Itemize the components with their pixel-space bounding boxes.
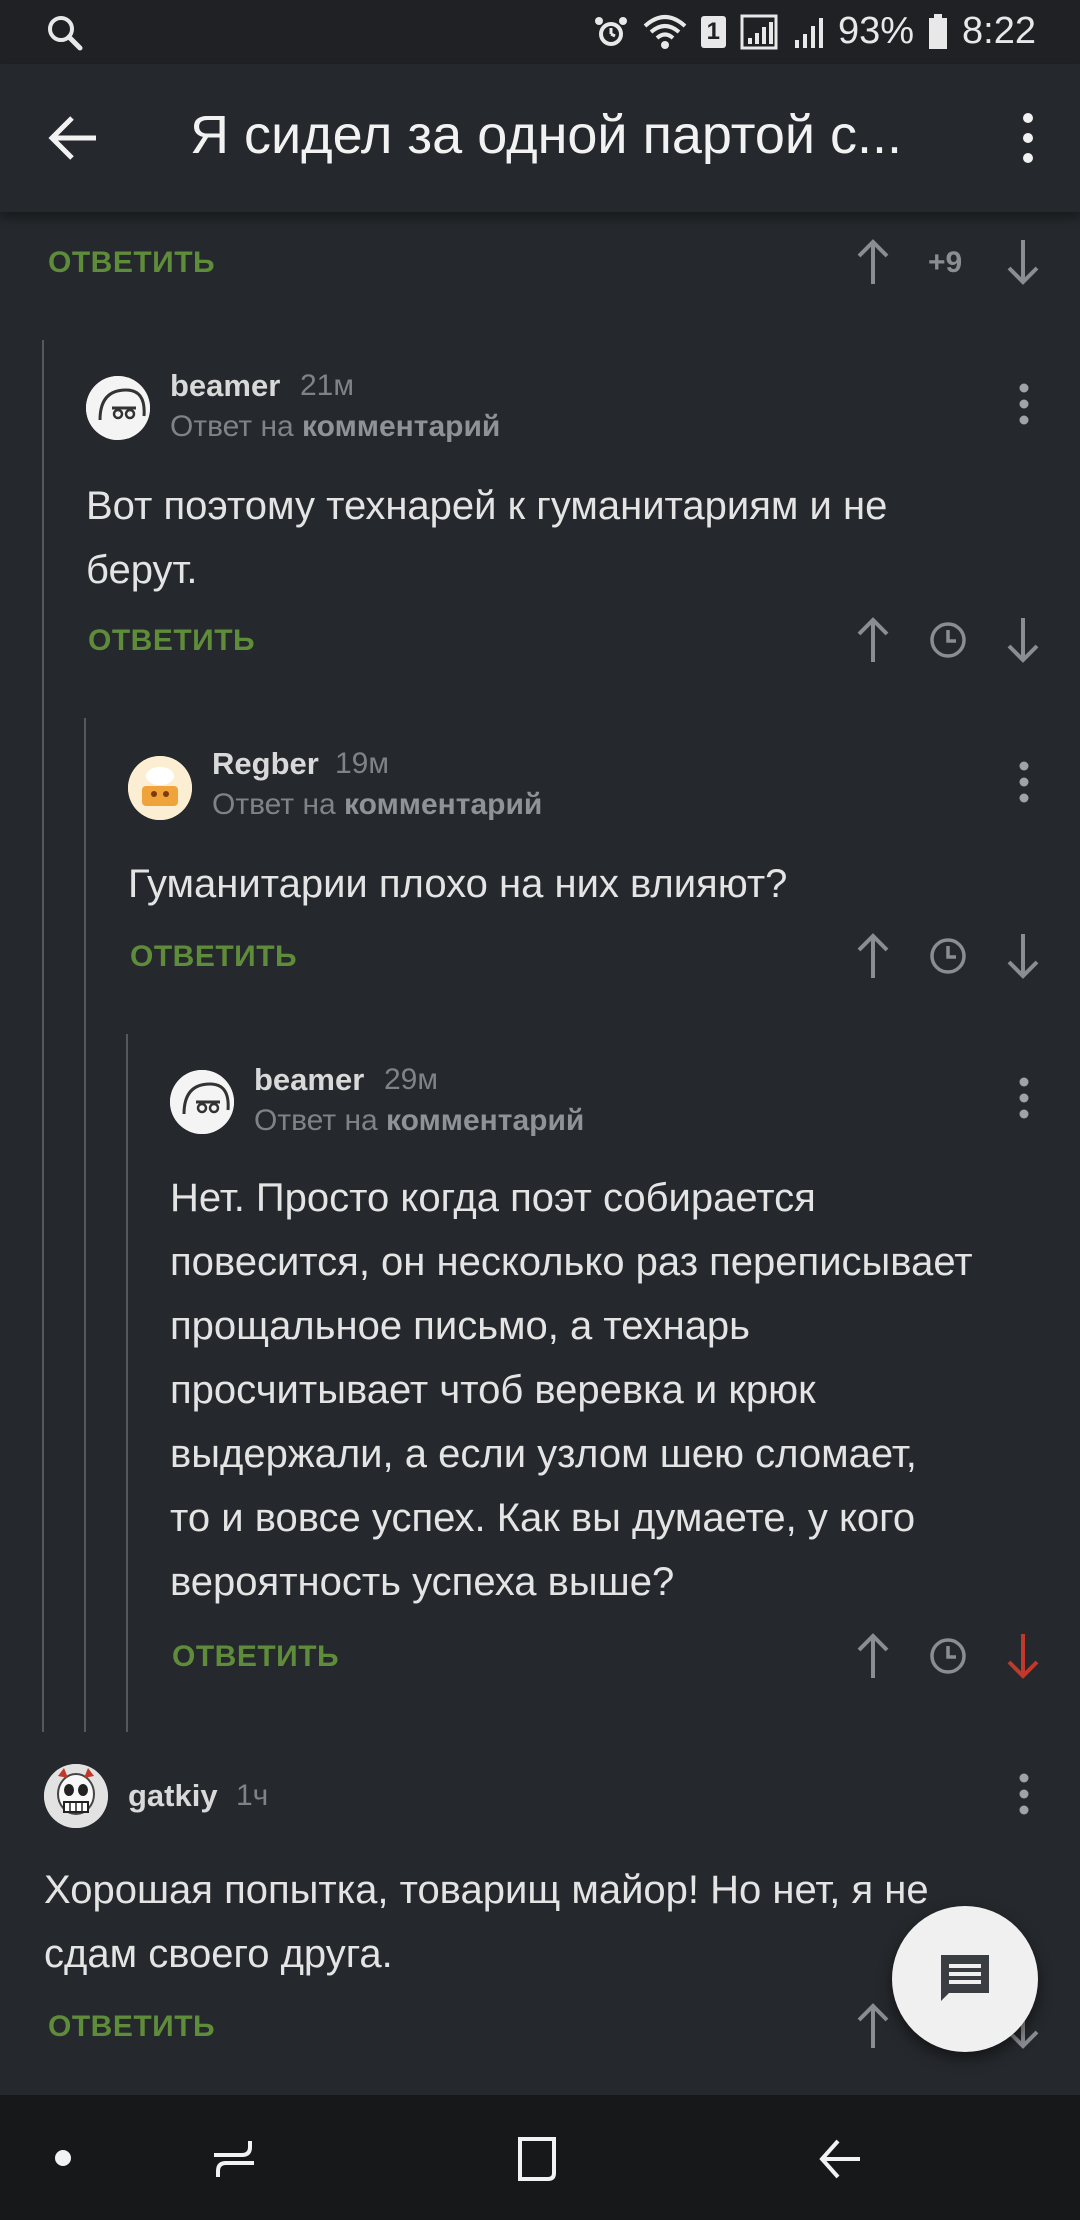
clock-icon xyxy=(930,938,966,974)
clock-icon xyxy=(930,1638,966,1674)
comment-line: вероятность успеха выше? xyxy=(170,1560,675,1604)
reply-button[interactable]: ОТВЕТИТЬ xyxy=(88,624,255,658)
upvote-icon[interactable] xyxy=(856,238,890,286)
reply-prefix: Ответ на xyxy=(170,410,294,443)
avatar[interactable] xyxy=(170,1070,234,1134)
comment-body: Вот поэтому технарей к гуманитариям и не… xyxy=(86,474,887,602)
chat-icon xyxy=(941,1955,989,2001)
sim-badge: 1 xyxy=(700,15,726,48)
comment-body: Нет. Просто когда поэт собирается повеси… xyxy=(170,1166,973,1614)
upvote-icon[interactable] xyxy=(856,2002,890,2050)
reply-button[interactable]: ОТВЕТИТЬ xyxy=(130,940,297,974)
cake-avatar-icon xyxy=(128,756,192,820)
comment-author[interactable]: gatkiy xyxy=(128,1778,218,1814)
comment-time: 21м xyxy=(300,369,354,402)
comment-time: 29м xyxy=(384,1063,438,1096)
battery-icon xyxy=(929,13,948,49)
reply-to-label: Ответ на комментарий xyxy=(212,788,542,822)
reply-prefix: Ответ на xyxy=(212,788,336,821)
comment-body: Хорошая попытка, товарищ майор! Но нет, … xyxy=(44,1858,929,1986)
reply-to-label: Ответ на комментарий xyxy=(170,410,500,444)
alarm-icon xyxy=(594,16,627,46)
comment-menu-icon[interactable] xyxy=(1014,760,1034,804)
downvote-icon[interactable] xyxy=(1006,932,1040,980)
face-avatar-icon xyxy=(170,1070,234,1134)
comment-line: берут. xyxy=(86,548,198,592)
comment-line: повесится, он несколько раз переписывает xyxy=(170,1240,973,1284)
reply-button[interactable]: ОТВЕТИТЬ xyxy=(48,246,215,280)
overflow-menu-icon[interactable] xyxy=(1016,108,1040,168)
comment-line: Вот поэтому технарей к гуманитариям и не xyxy=(86,484,888,528)
comment-author[interactable]: beamer xyxy=(254,1062,364,1098)
reply-button[interactable]: ОТВЕТИТЬ xyxy=(172,1640,339,1674)
comment-author[interactable]: Regber xyxy=(212,746,319,782)
comment-line: сдам своего друга. xyxy=(44,1932,393,1976)
back-arrow-icon[interactable] xyxy=(44,108,104,168)
comment-line: прощальное письмо, а технарь xyxy=(170,1304,751,1348)
comment-line: Хорошая попытка, товарищ майор! Но нет, … xyxy=(44,1868,929,1912)
battery-percent: 93% xyxy=(837,10,915,52)
thread-line xyxy=(84,718,86,1732)
downvote-icon[interactable] xyxy=(1006,1632,1040,1680)
comment-time: 1ч xyxy=(236,1779,269,1812)
back-icon[interactable] xyxy=(816,2135,864,2183)
wifi-icon xyxy=(643,14,686,49)
reply-to-label: Ответ на комментарий xyxy=(254,1104,584,1138)
system-nav-bar xyxy=(0,2095,1080,2220)
comment-line: то и вовсе успех. Как вы думаете, у кого xyxy=(170,1496,916,1540)
upvote-icon[interactable] xyxy=(856,1632,890,1680)
status-bar: 1 93% 8:22 xyxy=(0,0,1080,64)
avatar[interactable] xyxy=(44,1764,108,1828)
thread-line xyxy=(42,340,44,1732)
app-bar: Я сидел за одной партой с... xyxy=(0,64,1080,212)
signal-icon xyxy=(740,14,778,49)
search-icon xyxy=(48,16,83,51)
clock-icon xyxy=(930,622,966,658)
comment-menu-icon[interactable] xyxy=(1014,1076,1034,1120)
upvote-icon[interactable] xyxy=(856,616,890,664)
comment-time: 19м xyxy=(335,747,389,780)
comment-line: Гуманитарии плохо на них влияют? xyxy=(128,862,788,906)
home-icon[interactable] xyxy=(512,2135,560,2183)
reply-target-link[interactable]: комментарий xyxy=(344,788,542,821)
comment-menu-icon[interactable] xyxy=(1014,382,1034,426)
signal-bars-icon xyxy=(794,17,823,48)
face-avatar-icon xyxy=(86,376,150,440)
comment-line: Нет. Просто когда поэт собирается xyxy=(170,1176,816,1220)
reply-target-link[interactable]: комментарий xyxy=(386,1104,584,1137)
reply-prefix: Ответ на xyxy=(254,1104,378,1137)
comment-menu-icon[interactable] xyxy=(1014,1772,1034,1816)
comment-line: выдержали, а если узлом шею сломает, xyxy=(170,1432,917,1476)
avatar[interactable] xyxy=(128,756,192,820)
comment-score: +9 xyxy=(928,246,963,279)
avatar[interactable] xyxy=(86,376,150,440)
upvote-icon[interactable] xyxy=(856,932,890,980)
skull-avatar-icon xyxy=(44,1764,108,1828)
comment-body: Гуманитарии плохо на них влияют? xyxy=(128,852,787,916)
comment-author[interactable]: beamer xyxy=(170,368,280,404)
nav-dot-icon xyxy=(55,2150,71,2166)
reply-target-link[interactable]: комментарий xyxy=(302,410,500,443)
clock: 8:22 xyxy=(962,10,1036,52)
downvote-icon[interactable] xyxy=(1006,238,1040,286)
thread-line xyxy=(126,1034,128,1732)
downvote-icon[interactable] xyxy=(1006,616,1040,664)
comment-line: просчитывает чтоб веревка и крюк xyxy=(170,1368,816,1412)
page-title: Я сидел за одной партой с... xyxy=(190,105,903,165)
recent-apps-icon[interactable] xyxy=(210,2135,258,2183)
add-comment-button[interactable] xyxy=(892,1906,1038,2052)
reply-button[interactable]: ОТВЕТИТЬ xyxy=(48,2010,215,2044)
